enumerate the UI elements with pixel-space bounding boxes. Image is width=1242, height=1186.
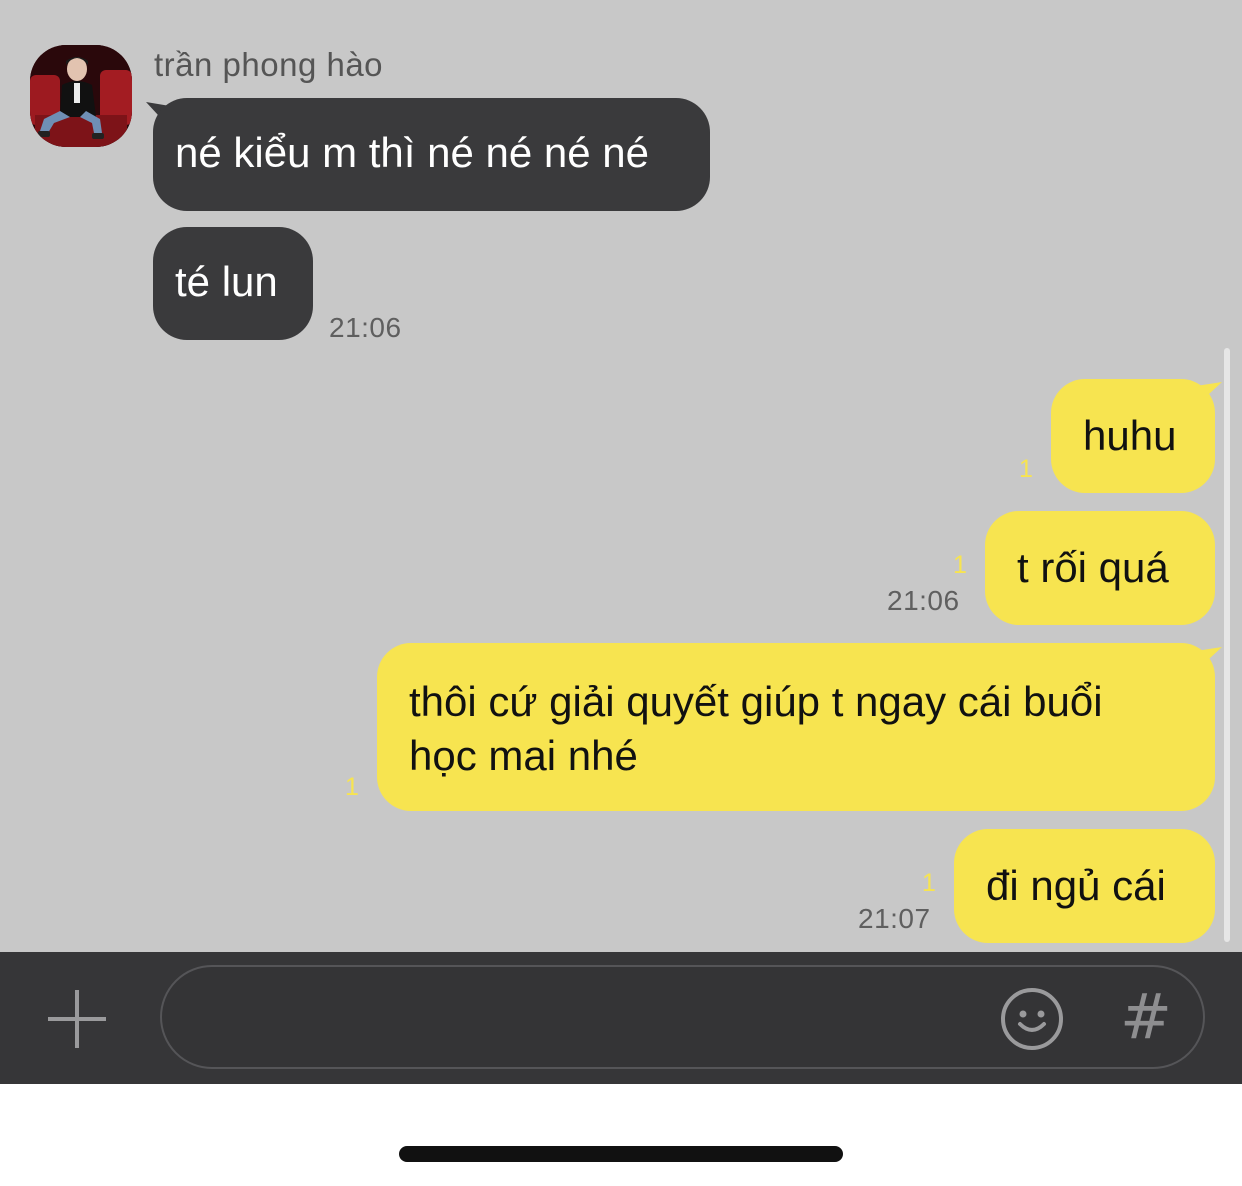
message-text-line: thôi cứ giải quyết giúp t ngay cái buổi (409, 678, 1103, 725)
outgoing-message-bubble[interactable]: t rối quá (985, 511, 1215, 625)
message-text: đi ngủ cái (986, 862, 1166, 909)
message-text-line: học mai nhé (409, 732, 638, 779)
sender-name: trần phong hào (154, 46, 384, 83)
outgoing-message-bubble[interactable]: đi ngủ cái (954, 829, 1215, 943)
message-timestamp: 21:06 (329, 312, 402, 343)
message-timestamp: 21:07 (858, 903, 931, 934)
incoming-message-bubble[interactable]: té lun (153, 227, 313, 340)
profile-photo-icon (30, 45, 132, 147)
scrollbar[interactable] (1224, 348, 1230, 942)
avatar[interactable] (30, 45, 132, 147)
message-text: né kiểu m thì né né né né (175, 129, 649, 176)
unread-count: 1 (953, 551, 967, 579)
message-text: té lun (175, 258, 278, 305)
outgoing-message-bubble[interactable]: huhu (1051, 379, 1215, 493)
unread-count: 1 (922, 869, 936, 897)
emoji-smile-icon[interactable] (999, 986, 1065, 1052)
hashtag-button[interactable]: # (1118, 982, 1174, 1052)
home-indicator[interactable] (399, 1146, 843, 1162)
message-text: huhu (1083, 412, 1177, 459)
message-timestamp: 21:06 (887, 585, 960, 616)
unread-count: 1 (1019, 455, 1033, 483)
outgoing-message-bubble[interactable]: thôi cứ giải quyết giúp t ngay cái buổi … (377, 643, 1215, 811)
incoming-message-bubble[interactable]: né kiểu m thì né né né né (153, 98, 710, 211)
chat-area[interactable]: trần phong hào né kiểu m thì né né né né… (0, 0, 1242, 952)
plus-icon[interactable] (48, 990, 106, 1048)
message-text: t rối quá (1017, 544, 1169, 591)
unread-count: 1 (345, 773, 359, 801)
